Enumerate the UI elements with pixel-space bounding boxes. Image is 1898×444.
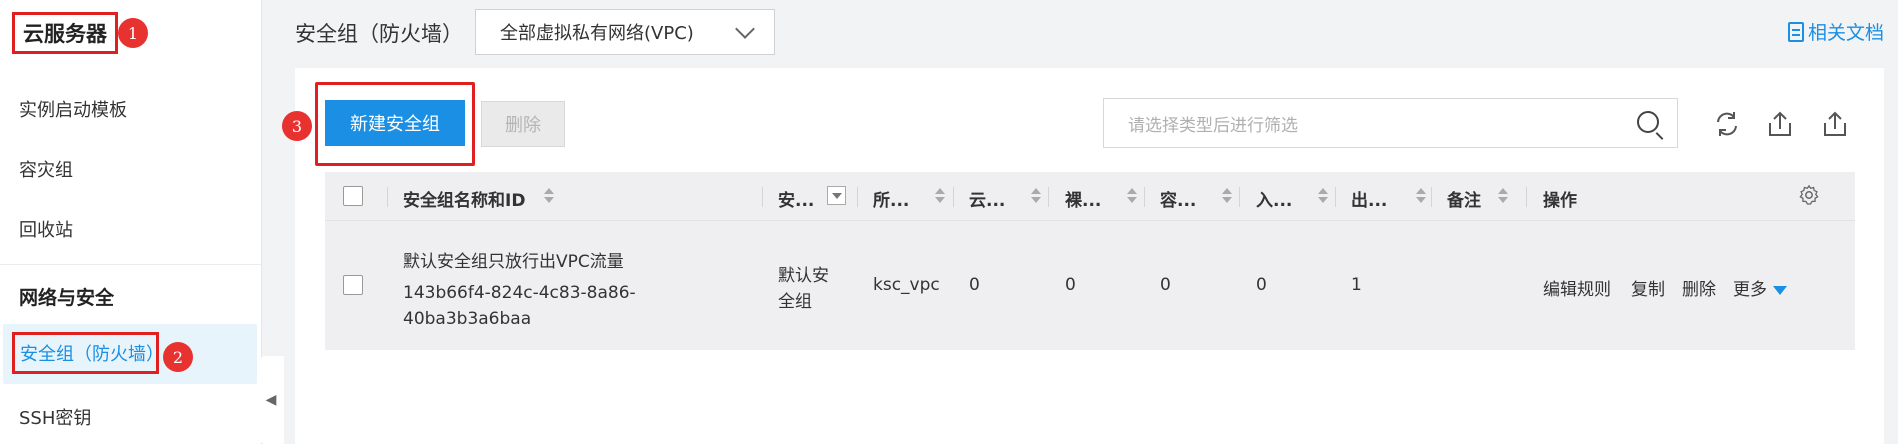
column-header-vpc[interactable]: 所...: [873, 186, 909, 211]
column-header-inbound[interactable]: 入...: [1256, 186, 1292, 211]
sort-icon[interactable]: [544, 188, 554, 206]
upload-icon[interactable]: [1820, 109, 1850, 139]
sort-icon[interactable]: [1318, 188, 1328, 206]
sidebar-item-launch-template[interactable]: 实例启动模板: [19, 96, 127, 122]
new-security-group-button[interactable]: 新建安全组: [325, 100, 465, 146]
vpc-select-value: 全部虚拟私有网络(VPC): [500, 23, 694, 44]
column-divider: [953, 187, 954, 207]
inbound-rule-count[interactable]: 0: [1256, 275, 1267, 295]
column-divider: [387, 187, 388, 207]
delete-link[interactable]: 删除: [1682, 275, 1716, 300]
filter-icon[interactable]: [827, 186, 846, 205]
sort-icon[interactable]: [935, 188, 945, 206]
search-icon[interactable]: [1637, 111, 1659, 133]
sort-icon[interactable]: [1031, 188, 1041, 206]
document-icon: [1787, 21, 1804, 42]
sort-icon[interactable]: [1222, 188, 1232, 206]
column-header-remark[interactable]: 备注: [1447, 186, 1481, 211]
sidebar-item-disaster-group[interactable]: 容灾组: [19, 156, 73, 182]
column-divider: [1431, 187, 1432, 207]
sidebar-item-ssh-key[interactable]: SSH密钥: [19, 404, 91, 430]
sidebar-item-security-group[interactable]: 安全组（防火墙）: [12, 332, 164, 374]
security-group-id-line2: 40ba3b3a6baa: [403, 309, 532, 329]
collapse-left-icon: ◀: [265, 392, 277, 408]
more-dropdown[interactable]: 更多: [1733, 275, 1787, 300]
table-row: 默认安全组只放行出VPC流量 143b66f4-824c-4c83-8a86- …: [325, 221, 1855, 350]
sidebar-collapse-toggle[interactable]: ◀: [258, 356, 284, 444]
column-divider: [1239, 187, 1240, 207]
step-badge-3: 3: [282, 111, 312, 141]
column-header-actions: 操作: [1543, 191, 1577, 211]
caret-down-icon: [1773, 285, 1787, 295]
export-icon[interactable]: [1765, 109, 1795, 139]
column-header-bare-metal[interactable]: 裸...: [1065, 186, 1101, 211]
docs-link[interactable]: 相关文档: [1787, 18, 1884, 45]
column-header-outbound[interactable]: 出...: [1351, 186, 1387, 211]
sidebar-divider: [0, 264, 262, 265]
step-badge-1: 1: [118, 18, 148, 48]
bare-metal-count[interactable]: 0: [1065, 275, 1076, 295]
step-badge-2: 2: [163, 342, 193, 372]
column-divider: [1048, 187, 1049, 207]
column-header-container[interactable]: 容...: [1160, 186, 1196, 211]
sidebar: 云服务器 1 实例启动模板 容灾组 回收站 网络与安全 安全组（防火墙） 2 S…: [0, 0, 262, 444]
security-group-type-line1: 默认安: [778, 266, 829, 286]
sidebar-item-recycle-bin[interactable]: 回收站: [19, 216, 73, 242]
chevron-down-icon: [735, 19, 755, 39]
column-divider: [762, 187, 763, 207]
copy-link[interactable]: 复制: [1631, 275, 1665, 300]
sort-icon[interactable]: [1416, 188, 1426, 206]
edit-rules-link[interactable]: 编辑规则: [1543, 275, 1611, 300]
security-group-type-line2: 全组: [778, 292, 812, 312]
column-divider: [1335, 187, 1336, 207]
search-input[interactable]: 请选择类型后进行筛选: [1103, 98, 1678, 148]
security-group-name-link[interactable]: 默认安全组只放行出VPC流量: [403, 247, 624, 272]
page-title: 安全组（防火墙）: [295, 22, 463, 46]
sort-icon[interactable]: [1498, 188, 1508, 206]
container-count[interactable]: 0: [1160, 275, 1171, 295]
column-divider: [857, 187, 858, 207]
brand-title: 云服务器: [12, 12, 118, 54]
sidebar-section-network-security: 网络与安全: [19, 287, 115, 309]
sort-icon[interactable]: [1127, 188, 1137, 206]
refresh-icon[interactable]: [1712, 109, 1742, 139]
column-divider: [1144, 187, 1145, 207]
vpc-link[interactable]: ksc_vpc: [873, 275, 940, 295]
table-header: 安全组名称和ID 安... 所... 云... 裸... 容... 入... 出…: [325, 172, 1855, 221]
docs-link-label: 相关文档: [1807, 22, 1884, 44]
select-all-checkbox[interactable]: [343, 186, 363, 206]
more-label: 更多: [1733, 280, 1767, 300]
vpc-select[interactable]: 全部虚拟私有网络(VPC): [475, 9, 775, 55]
column-header-cloud[interactable]: 云...: [969, 186, 1005, 211]
gear-icon[interactable]: [1798, 184, 1820, 206]
column-header-type[interactable]: 安...: [778, 186, 814, 211]
column-header-name[interactable]: 安全组名称和ID: [403, 186, 525, 211]
security-group-id-line1: 143b66f4-824c-4c83-8a86-: [403, 283, 636, 303]
delete-button[interactable]: 删除: [481, 101, 565, 147]
cloud-server-count[interactable]: 0: [969, 275, 980, 295]
outbound-rule-count[interactable]: 1: [1351, 275, 1362, 295]
row-checkbox[interactable]: [343, 275, 363, 295]
column-divider: [1526, 187, 1527, 207]
search-placeholder: 请选择类型后进行筛选: [1128, 115, 1298, 136]
